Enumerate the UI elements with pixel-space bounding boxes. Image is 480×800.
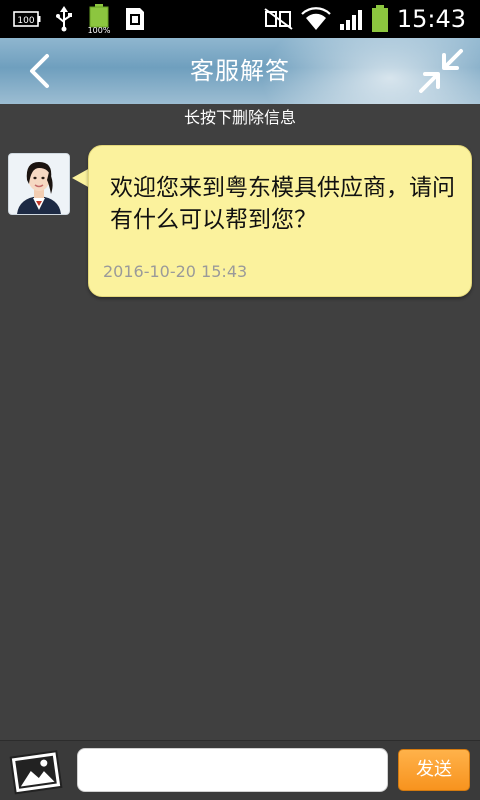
status-clock: 15:43 [396,5,466,33]
battery-icon [368,0,392,38]
image-icon [9,750,63,795]
sim-icon [122,0,148,38]
svg-text:100: 100 [17,16,34,26]
battery-100-icon: 100 [12,0,42,38]
page-title: 客服解答 [190,57,290,85]
status-bar: 100 100% 15:43 [0,0,480,38]
title-bar: 客服解答 [0,38,480,104]
input-bar: 发送 [0,740,480,800]
message-text: 欢迎您来到粤东模具供应商，请问有什么可以帮到您？ [110,175,455,233]
usb-icon [52,0,76,38]
agent-avatar[interactable] [8,153,70,215]
signal-icon [336,0,366,38]
collapse-button[interactable] [414,44,468,98]
nfc-icon [262,0,296,38]
delete-hint: 长按下删除信息 [183,108,296,127]
chat-screen: 100 100% 15:43 客服解答 长按下删除信息 欢迎您来到粤东模具供应商… [0,0,480,800]
send-button[interactable]: 发送 [398,749,470,791]
back-button[interactable] [14,46,64,96]
collapse-arrows-icon [419,49,463,93]
wifi-icon [300,0,332,38]
image-button[interactable] [6,747,70,797]
svg-text:100%: 100% [88,26,111,34]
message-timestamp: 2016-10-20 15:43 [103,262,248,281]
message-bubble[interactable]: 欢迎您来到粤东模具供应商，请问有什么可以帮到您？ 2016-10-20 15:4… [88,145,472,297]
battery-charging-icon: 100% [84,0,114,38]
message-input[interactable] [77,748,388,792]
back-arrow-icon [30,54,49,88]
